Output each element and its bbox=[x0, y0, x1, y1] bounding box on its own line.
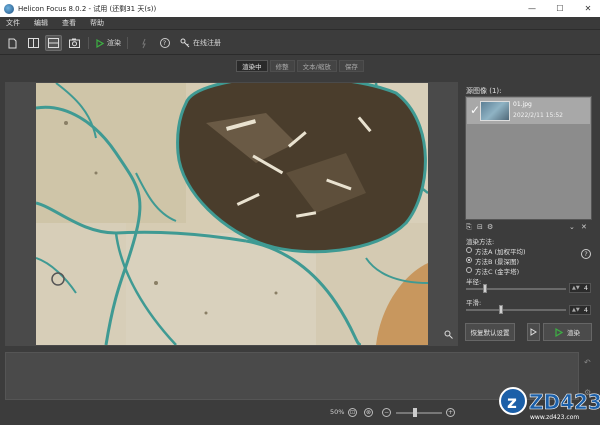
menu-help[interactable]: 帮助 bbox=[90, 18, 104, 28]
method-c-label[interactable]: 方法C (金字塔) bbox=[475, 266, 519, 276]
tab-rendering[interactable]: 渲染中 bbox=[236, 60, 268, 72]
toolbar-separator bbox=[88, 37, 89, 49]
watermark-brand: ZD423 bbox=[529, 390, 600, 414]
list-item[interactable]: ✓ 01.jpg 2022/2/11 15:52 bbox=[467, 98, 590, 124]
spin-arrows-icon[interactable]: ▲▼ bbox=[572, 285, 580, 291]
smoothing-spinbox[interactable]: ▲▼ 4 bbox=[569, 305, 591, 315]
maximize-icon: ☐ bbox=[556, 4, 564, 13]
new-file-button[interactable] bbox=[4, 35, 21, 51]
magnifier-icon bbox=[444, 330, 453, 339]
minimize-icon: — bbox=[528, 4, 536, 13]
zoom-slider[interactable] bbox=[396, 408, 442, 417]
add-file-icon[interactable]: ⎘ bbox=[466, 223, 472, 232]
window-title: Helicon Focus 8.0.2 - 试用 (还剩31 天(s)) bbox=[18, 4, 157, 13]
close-icon: ✕ bbox=[584, 4, 592, 13]
smoothing-slider-handle[interactable] bbox=[499, 305, 503, 314]
render-button[interactable]: 渲染 bbox=[543, 323, 592, 341]
source-images-heading: 源图像 (1): bbox=[466, 87, 502, 95]
fit-to-window-icon[interactable]: ⊡ bbox=[348, 408, 357, 417]
site-watermark: z ZD423 www.zd423.com bbox=[496, 383, 600, 423]
tab-text-scale[interactable]: 文本/缩放 bbox=[296, 60, 337, 72]
key-icon bbox=[180, 38, 190, 48]
reset-defaults-button[interactable]: 恢复默认设置 bbox=[465, 323, 515, 341]
image-thumbnail bbox=[480, 101, 510, 121]
radius-slider[interactable] bbox=[466, 284, 566, 293]
play-icon bbox=[555, 327, 563, 337]
close-button[interactable]: ✕ bbox=[578, 0, 598, 17]
render-toolbar-label: 渲染 bbox=[107, 39, 121, 47]
method-a-radio[interactable] bbox=[466, 247, 472, 253]
smoothing-label: 平滑: bbox=[466, 299, 482, 307]
render-button-label: 渲染 bbox=[567, 329, 580, 337]
preview-image[interactable] bbox=[36, 83, 428, 345]
register-online-label: 在线注册 bbox=[193, 39, 221, 47]
method-b-label[interactable]: 方法B (景深图) bbox=[475, 256, 519, 266]
reset-defaults-label: 恢复默认设置 bbox=[470, 329, 510, 337]
log-panel bbox=[5, 352, 579, 400]
chevron-down-icon[interactable]: ⌄ bbox=[569, 223, 575, 231]
smoothing-value: 4 bbox=[583, 306, 588, 314]
fit-view-button[interactable] bbox=[443, 329, 454, 340]
title-bar: Helicon Focus 8.0.2 - 试用 (还剩31 天(s)) — ☐… bbox=[0, 0, 600, 17]
micrograph-image bbox=[36, 83, 428, 345]
zd423-logo: z ZD423 www.zd423.com bbox=[499, 387, 600, 421]
list-toolbar: ⎘ ⊟ ⚙ ⌄ ✕ bbox=[465, 223, 592, 233]
settings-icon[interactable]: ⚙ bbox=[487, 223, 493, 231]
smoothing-slider[interactable] bbox=[466, 305, 566, 314]
file-date: 2022/2/11 15:52 bbox=[513, 112, 563, 119]
actual-size-icon[interactable]: ⊗ bbox=[364, 408, 373, 417]
render-toolbar-button[interactable]: 渲染 bbox=[93, 35, 124, 51]
radius-spinbox[interactable]: ▲▼ 4 bbox=[569, 283, 591, 293]
help-toolbar-button[interactable]: ? bbox=[156, 35, 173, 51]
render-method-heading: 渲染方法: bbox=[466, 238, 495, 246]
mode-tabs: 渲染中 修整 文本/缩放 保存 bbox=[0, 56, 600, 76]
maximize-button[interactable]: ☐ bbox=[550, 0, 570, 17]
spin-arrows-icon[interactable]: ▲▼ bbox=[572, 307, 580, 313]
source-image-list[interactable]: ✓ 01.jpg 2022/2/11 15:52 bbox=[465, 96, 592, 220]
zoom-in-icon[interactable]: + bbox=[446, 408, 455, 417]
split-view-button[interactable] bbox=[25, 35, 42, 51]
radius-label: 半径: bbox=[466, 278, 482, 286]
menu-edit[interactable]: 编辑 bbox=[34, 18, 48, 28]
camera-icon bbox=[69, 38, 80, 48]
brush-icon bbox=[141, 38, 146, 48]
zoom-slider-handle[interactable] bbox=[413, 408, 417, 417]
split-vertical-icon bbox=[28, 38, 39, 48]
app-logo-icon bbox=[4, 3, 14, 14]
file-name: 01.jpg bbox=[513, 101, 532, 108]
method-c-radio[interactable] bbox=[466, 267, 472, 273]
play-icon bbox=[96, 38, 104, 48]
retouch-button[interactable] bbox=[135, 35, 152, 51]
method-b-radio[interactable] bbox=[466, 257, 472, 263]
checkmark-icon[interactable]: ✓ bbox=[470, 103, 480, 117]
menu-view[interactable]: 查看 bbox=[62, 18, 76, 28]
camera-button[interactable] bbox=[66, 35, 83, 51]
help-icon: ? bbox=[159, 38, 170, 48]
preview-render-button[interactable] bbox=[527, 323, 540, 341]
split-horizontal-button[interactable] bbox=[45, 35, 62, 51]
toolbar: 渲染 ? 在线注册 bbox=[0, 31, 600, 55]
tab-save[interactable]: 保存 bbox=[338, 60, 364, 72]
svg-text:z: z bbox=[507, 393, 517, 413]
register-online-button[interactable]: 在线注册 bbox=[178, 35, 223, 51]
zoom-level: 50% bbox=[330, 408, 345, 416]
menu-file[interactable]: 文件 bbox=[6, 18, 20, 28]
add-folder-icon[interactable]: ⊟ bbox=[477, 223, 483, 231]
split-horizontal-icon bbox=[48, 38, 59, 48]
watermark-url: www.zd423.com bbox=[530, 414, 579, 421]
file-icon bbox=[8, 38, 17, 48]
undo-icon[interactable]: ↶ bbox=[584, 358, 591, 367]
tab-retouch[interactable]: 修整 bbox=[269, 60, 295, 72]
minimize-button[interactable]: — bbox=[522, 0, 542, 17]
play-outline-icon bbox=[530, 328, 537, 336]
menu-bar: 文件 编辑 查看 帮助 bbox=[0, 17, 600, 30]
help-icon[interactable]: ? bbox=[581, 249, 591, 259]
method-a-label[interactable]: 方法A (加权平均) bbox=[475, 246, 526, 256]
zoom-out-icon[interactable]: − bbox=[382, 408, 391, 417]
radius-value: 4 bbox=[583, 284, 588, 292]
radius-slider-handle[interactable] bbox=[483, 284, 487, 293]
close-list-icon[interactable]: ✕ bbox=[581, 223, 587, 231]
toolbar-separator bbox=[127, 37, 128, 49]
